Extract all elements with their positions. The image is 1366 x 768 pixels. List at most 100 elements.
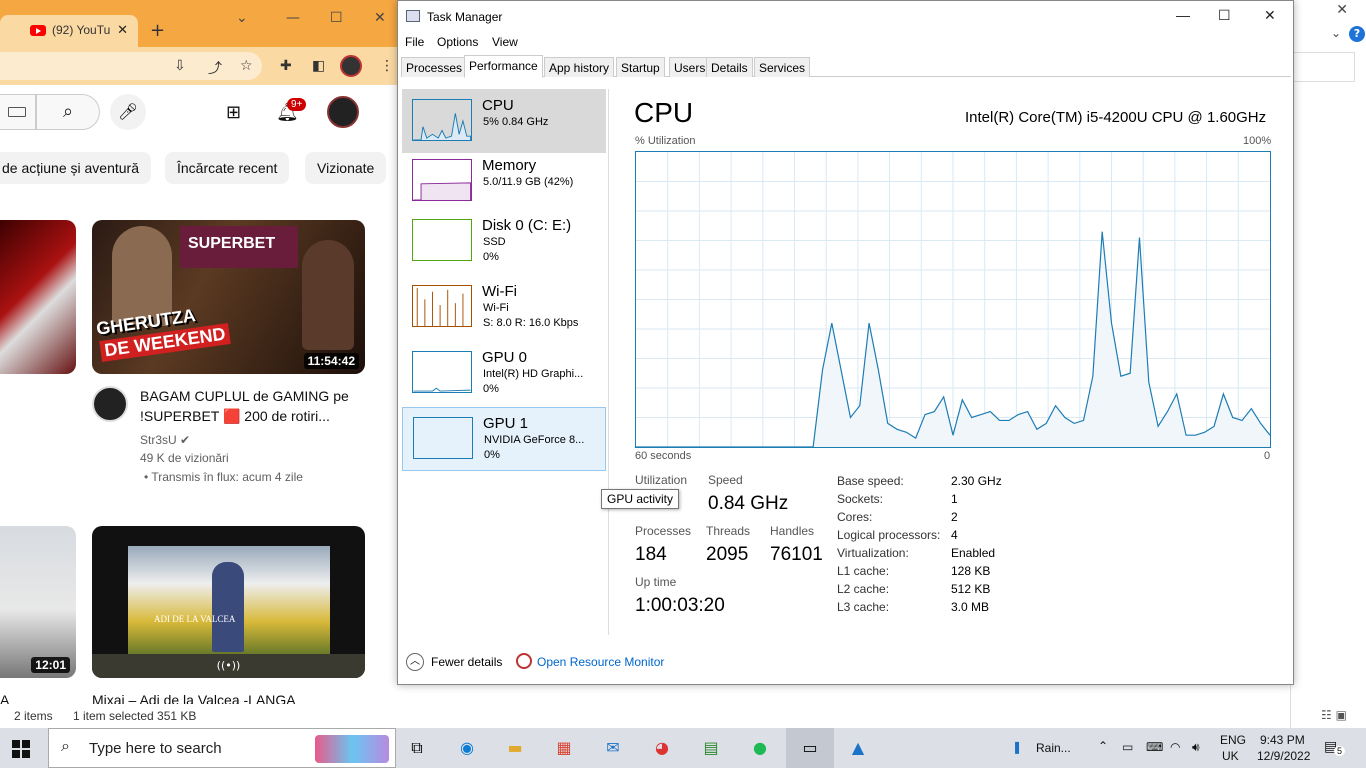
spec-value: 512 KB	[951, 582, 991, 596]
tab-services[interactable]: Services	[754, 57, 811, 77]
video-title[interactable]: A	[0, 690, 9, 704]
keyboard-icon[interactable]	[0, 94, 36, 130]
resource-detail: SSD	[483, 236, 506, 248]
task-manager-taskbar-icon[interactable]: ▭	[786, 728, 834, 768]
threads-value: 2095	[706, 544, 749, 565]
video-thumbnail[interactable]: SUPERBET GHERUTZA DE WEEKEND 11:54:42	[92, 220, 365, 374]
photos-icon[interactable]: ▲	[845, 736, 871, 760]
show-hidden-icons[interactable]: ⌃	[1098, 739, 1108, 753]
filter-chip[interactable]: Încărcate recent	[165, 152, 290, 184]
tab-search-icon[interactable]: ⌄	[236, 10, 248, 26]
search-icon[interactable]: ⌕	[36, 94, 100, 130]
task-view-icon[interactable]: ⧉	[404, 736, 430, 760]
weather-icon[interactable]: ❚	[1012, 740, 1022, 754]
chrome-icon[interactable]: ◕	[649, 736, 675, 760]
tab-app-history[interactable]: App history	[544, 57, 615, 77]
bookmark-star-icon[interactable]: ☆	[240, 58, 253, 74]
maximize-icon[interactable]: ☐	[1218, 7, 1231, 24]
weather-text[interactable]: Rain...	[1036, 741, 1071, 755]
install-icon[interactable]: ⇩	[174, 58, 186, 74]
resource-wifi[interactable]: Wi-Fi Wi-Fi S: 8.0 R: 16.0 Kbps	[402, 275, 606, 339]
share-icon[interactable]: ⤴	[208, 58, 222, 78]
video-title[interactable]: !SUPERBET 🟥 200 de rotiri...	[140, 406, 330, 426]
video-thumbnail[interactable]	[0, 220, 76, 374]
windows-start-icon[interactable]	[12, 740, 30, 758]
resource-memory[interactable]: Memory 5.0/11.9 GB (42%)	[402, 149, 606, 213]
language-code[interactable]: ENG	[1220, 733, 1246, 747]
taskbar: ⌕ Type here to search ⧉ ◉ ▬ ▦ ✉ ◕ ▤ ● ▭ …	[0, 728, 1366, 768]
video-title[interactable]: Mixai – Adi de la Valcea -LANGA	[92, 690, 296, 704]
spec-label: Base speed:	[837, 474, 904, 488]
utilization-axis-label: % Utilization	[635, 135, 696, 147]
close-icon[interactable]: ✕	[374, 10, 386, 26]
chevron-down-icon[interactable]: ⌄	[1331, 26, 1341, 40]
edge-icon[interactable]: ◉	[454, 736, 480, 760]
search-highlight-image	[315, 735, 389, 763]
close-icon[interactable]: ✕	[1264, 7, 1276, 24]
tab-close-icon[interactable]: ✕	[117, 22, 128, 38]
open-resource-monitor-link[interactable]: Open Resource Monitor	[537, 655, 664, 669]
microphone-icon[interactable]: 🎤︎	[110, 94, 146, 130]
search-box[interactable]	[1291, 52, 1355, 82]
tab-processes[interactable]: Processes	[401, 57, 468, 77]
resource-disk[interactable]: Disk 0 (C: E:) SSD 0%	[402, 209, 606, 273]
volume-icon[interactable]: 🔊︎	[1192, 740, 1200, 755]
taskbar-search[interactable]: ⌕ Type here to search	[48, 728, 396, 768]
fewer-details-link[interactable]: Fewer details	[431, 655, 502, 669]
mail-icon[interactable]: ✉	[600, 736, 626, 760]
battery-icon[interactable]: ▭	[1122, 740, 1133, 754]
video-title[interactable]: BAGAM CUPLUL de GAMING pe	[140, 386, 349, 406]
spec-label: L2 cache:	[837, 582, 890, 596]
maximize-icon[interactable]: ☐	[330, 10, 343, 26]
menu-kebab-icon[interactable]: ⋮	[380, 58, 394, 74]
chevron-up-icon[interactable]: ︿	[406, 653, 424, 671]
resource-detail: 5.0/11.9 GB (42%)	[483, 176, 574, 188]
minimize-icon[interactable]: —	[1176, 7, 1190, 23]
video-thumbnail[interactable]: 12:01	[0, 526, 76, 678]
menu-file[interactable]: File	[405, 35, 424, 49]
channel-name[interactable]: Str3sU ✔	[140, 433, 190, 447]
file-explorer-icon[interactable]: ▬	[502, 736, 528, 760]
language-region[interactable]: UK	[1222, 749, 1239, 763]
account-avatar[interactable]	[327, 96, 359, 128]
resource-gpu1[interactable]: GPU 1 NVIDIA GeForce 8... 0%	[402, 407, 606, 471]
time-axis-right: 0	[1264, 450, 1271, 462]
video-duration: 12:01	[31, 657, 70, 673]
resource-cpu[interactable]: CPU 5% 0.84 GHz	[402, 89, 606, 153]
close-icon[interactable]: ✕	[1336, 2, 1348, 18]
minimize-icon[interactable]: —	[286, 10, 300, 26]
tab-details[interactable]: Details	[706, 57, 753, 77]
wifi-icon[interactable]: ◠	[1170, 740, 1180, 754]
spec-value: Enabled	[951, 546, 996, 560]
view-toggle-icon[interactable]: ☷ ▣	[1321, 708, 1347, 722]
tab-performance[interactable]: Performance	[464, 55, 543, 78]
menu-view[interactable]: View	[492, 35, 518, 49]
tab-startup[interactable]: Startup	[616, 57, 665, 77]
channel-avatar[interactable]	[92, 386, 128, 422]
handles-value: 76101	[770, 544, 823, 565]
video-thumbnail[interactable]: ADI DE LA VALCEA ((•))	[92, 526, 365, 678]
browser-tab[interactable]: (92) YouTu ✕	[0, 15, 138, 47]
input-method-icon[interactable]: ⌨	[1146, 740, 1163, 754]
tab-users[interactable]: Users	[669, 57, 711, 77]
side-panel-icon[interactable]: ◧	[312, 58, 325, 74]
new-tab-button[interactable]: +	[150, 20, 165, 41]
clock-time[interactable]: 9:43 PM	[1260, 733, 1305, 747]
clock-date[interactable]: 12/9/2022	[1257, 749, 1310, 763]
filter-chip[interactable]: de acțiune și aventură	[0, 152, 151, 184]
resource-gpu0[interactable]: GPU 0 Intel(R) HD Graphi... 0%	[402, 341, 606, 405]
profile-avatar[interactable]	[340, 55, 362, 77]
uptime-value: 1:00:03:20	[635, 595, 725, 616]
spotify-icon[interactable]: ●	[747, 736, 773, 760]
handles-label: Handles	[770, 524, 815, 538]
browser-toolbar: ⇩ ⤴ ☆ ✚ ◧ ⋮	[0, 47, 405, 85]
help-icon[interactable]: ?	[1349, 26, 1365, 42]
store-icon[interactable]: ▦	[551, 736, 577, 760]
extensions-icon[interactable]: ✚	[280, 58, 292, 74]
filter-chip[interactable]: Vizionate	[305, 152, 387, 184]
resource-value: 0%	[484, 449, 500, 461]
address-bar[interactable]	[0, 52, 262, 80]
menu-options[interactable]: Options	[437, 35, 478, 49]
create-video-icon[interactable]: ⊞	[226, 102, 241, 123]
spreadsheet-icon[interactable]: ▤	[698, 736, 724, 760]
